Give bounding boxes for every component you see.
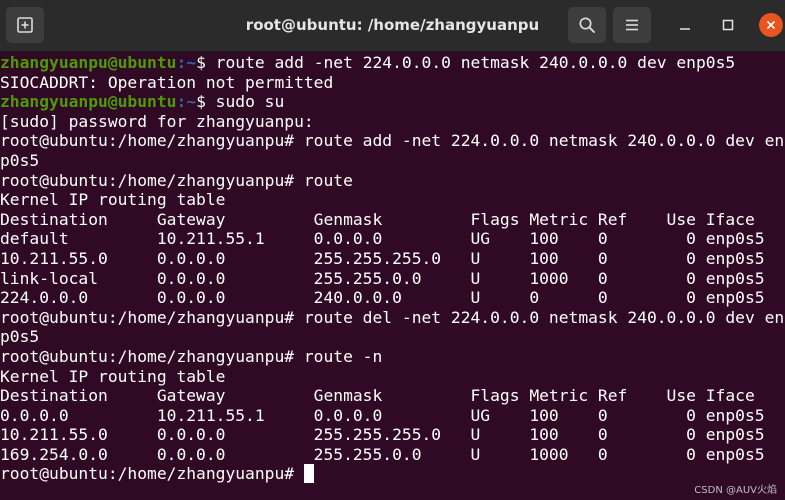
search-icon — [579, 17, 595, 33]
terminal-line: 169.254.0.0 0.0.0.0 255.255.0.0 U 1000 0… — [0, 445, 785, 465]
terminal-line: Kernel IP routing table — [0, 367, 785, 387]
terminal-line: Destination Gateway Genmask Flags Metric… — [0, 386, 785, 406]
line-text: SIOCADDRT: Operation not permitted — [0, 72, 334, 92]
terminal-line: p0s5 — [0, 327, 785, 347]
close-button[interactable] — [758, 12, 784, 38]
terminal-line: 0.0.0.0 10.211.55.1 0.0.0.0 UG 100 0 0 e… — [0, 406, 785, 426]
terminal-line: p0s5 — [0, 151, 785, 171]
line-text: 10.211.55.0 0.0.0.0 255.255.255.0 U 100 … — [0, 425, 765, 445]
terminal-line: root@ubuntu:/home/zhangyuanpu# route del… — [0, 308, 785, 328]
terminal-line: root@ubuntu:/home/zhangyuanpu# route add… — [0, 131, 785, 151]
prompt-path: :~ — [176, 53, 197, 72]
terminal-line: root@ubuntu:/home/zhangyuanpu# — [0, 464, 785, 484]
line-text: [sudo] password for zhangyuanpu: — [0, 111, 314, 131]
prompt-path: :~ — [176, 92, 197, 112]
terminal-line: link-local 0.0.0.0 255.255.0.0 U 1000 0 … — [0, 269, 785, 289]
line-text: 0.0.0.0 10.211.55.1 0.0.0.0 UG 100 0 0 e… — [0, 405, 765, 425]
terminal-line: SIOCADDRT: Operation not permitted — [0, 73, 785, 93]
terminal-line: Kernel IP routing table — [0, 190, 785, 210]
line-text: route add -net 224.0.0.0 netmask 240.0.0… — [215, 53, 736, 72]
new-tab-button[interactable] — [6, 7, 44, 43]
line-text: root@ubuntu:/home/zhangyuanpu# route -n — [0, 346, 383, 366]
title-bar: root@ubuntu: /home/zhangyuanpu — [0, 0, 785, 52]
terminal-line: zhangyuanpu@ubuntu:~$ sudo su — [0, 92, 785, 112]
terminal-output[interactable]: zhangyuanpu@ubuntu:~$ route add -net 224… — [0, 53, 785, 500]
watermark: CSDN @AUV火焰 — [694, 485, 777, 496]
terminal-window: root@ubuntu: /home/zhangyuanpu zhangyuan… — [0, 0, 785, 500]
prompt-symbol: $ — [196, 92, 216, 112]
line-text: root@ubuntu:/home/zhangyuanpu# — [0, 464, 304, 484]
line-text: link-local 0.0.0.0 255.255.0.0 U 1000 0 … — [0, 268, 765, 288]
terminal-line: 10.211.55.0 0.0.0.0 255.255.255.0 U 100 … — [0, 249, 785, 269]
menu-button[interactable] — [613, 7, 651, 43]
terminal-line: 10.211.55.0 0.0.0.0 255.255.255.0 U 100 … — [0, 425, 785, 445]
line-text: root@ubuntu:/home/zhangyuanpu# route add… — [0, 131, 785, 151]
terminal-line: root@ubuntu:/home/zhangyuanpu# route — [0, 171, 785, 191]
terminal-line: zhangyuanpu@ubuntu:~$ route add -net 224… — [0, 53, 785, 73]
line-text: 10.211.55.0 0.0.0.0 255.255.255.0 U 100 … — [0, 248, 765, 268]
text-cursor — [303, 464, 314, 484]
prompt-user: zhangyuanpu@ubuntu — [0, 92, 177, 112]
line-text: Kernel IP routing table — [0, 366, 226, 386]
line-text: 169.254.0.0 0.0.0.0 255.255.0.0 U 1000 0… — [0, 444, 765, 464]
line-text: Kernel IP routing table — [0, 190, 226, 210]
terminal-line: default 10.211.55.1 0.0.0.0 UG 100 0 0 e… — [0, 229, 785, 249]
minimize-icon — [680, 28, 690, 30]
close-button-circle[interactable] — [759, 13, 783, 37]
line-text: default 10.211.55.1 0.0.0.0 UG 100 0 0 e… — [0, 229, 765, 249]
close-icon — [766, 20, 776, 30]
terminal-line: 224.0.0.0 0.0.0.0 240.0.0.0 U 0 0 0 enp0… — [0, 288, 785, 308]
window-title: root@ubuntu: /home/zhangyuanpu — [245, 16, 540, 34]
prompt-symbol: $ — [196, 53, 216, 72]
terminal-line: [sudo] password for zhangyuanpu: — [0, 112, 785, 132]
line-text: root@ubuntu:/home/zhangyuanpu# route — [0, 170, 353, 190]
maximize-icon — [722, 19, 734, 31]
line-text: 224.0.0.0 0.0.0.0 240.0.0.0 U 0 0 0 enp0… — [0, 288, 765, 308]
line-text: Destination Gateway Genmask Flags Metric… — [0, 209, 755, 229]
terminal-line: root@ubuntu:/home/zhangyuanpu# route -n — [0, 347, 785, 367]
line-text: p0s5 — [0, 327, 40, 347]
prompt-user: zhangyuanpu@ubuntu — [0, 53, 177, 72]
hamburger-menu-icon — [626, 19, 638, 31]
new-tab-icon — [17, 17, 33, 33]
terminal-line: Destination Gateway Genmask Flags Metric… — [0, 210, 785, 230]
search-button[interactable] — [568, 7, 606, 43]
line-text: root@ubuntu:/home/zhangyuanpu# route del… — [0, 307, 785, 327]
line-text: Destination Gateway Genmask Flags Metric… — [0, 386, 755, 406]
maximize-button[interactable] — [715, 12, 741, 38]
line-text: sudo su — [215, 92, 285, 112]
minimize-button[interactable] — [672, 12, 698, 38]
line-text: p0s5 — [0, 150, 40, 170]
